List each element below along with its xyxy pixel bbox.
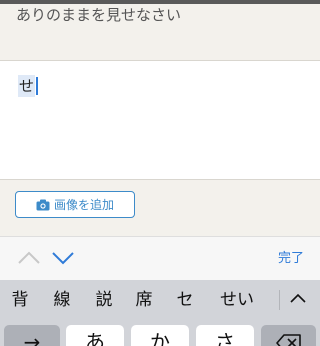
delete-key[interactable]	[261, 325, 316, 346]
arrow-key-label: →	[23, 330, 41, 346]
chevron-up-icon[interactable]	[16, 248, 42, 268]
key-ka-label: か	[150, 330, 170, 346]
candidate-item[interactable]: せい	[217, 288, 257, 312]
candidate-divider	[279, 290, 280, 310]
done-button[interactable]: 完了	[278, 249, 304, 269]
text-caret	[36, 77, 39, 95]
add-image-button[interactable]: 画像を追加	[15, 191, 135, 218]
candidate-item[interactable]: セ	[175, 288, 195, 312]
key-sa[interactable]: さ	[196, 325, 254, 346]
keyboard-accessory-bar: 完了	[0, 236, 320, 280]
keyboard: 背 線 説 席 セ せい → あ か さ	[0, 280, 320, 346]
key-sa-label: さ	[215, 330, 235, 346]
chevron-down-icon[interactable]	[50, 248, 76, 268]
question-prompt: ありのままを見せなさい	[16, 6, 182, 24]
candidate-item[interactable]: 線	[52, 288, 72, 312]
key-ka[interactable]: か	[131, 325, 189, 346]
candidate-item[interactable]: 説	[94, 288, 114, 312]
candidate-item[interactable]: 席	[134, 288, 154, 312]
delete-icon	[275, 334, 301, 346]
arrow-key[interactable]: →	[4, 325, 60, 346]
key-a[interactable]: あ	[66, 325, 124, 346]
add-image-label: 画像を追加	[53, 198, 114, 212]
answer-composing-text: せ	[18, 75, 36, 97]
candidate-bar: 背 線 説 席 セ せい	[0, 280, 320, 320]
key-a-label: あ	[85, 330, 105, 346]
answer-input[interactable]: せ	[0, 60, 320, 180]
answer-text[interactable]: せ	[18, 75, 39, 97]
candidate-item[interactable]: 背	[10, 288, 30, 312]
camera-icon	[36, 199, 50, 210]
expand-candidates-icon[interactable]	[288, 289, 308, 309]
